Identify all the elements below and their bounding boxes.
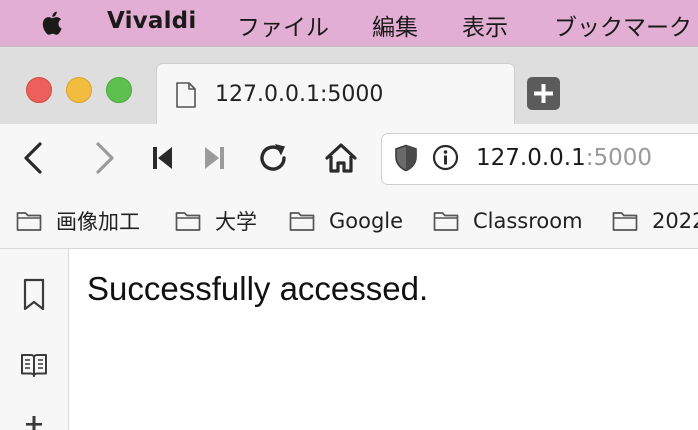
bookmark-label: 大学 xyxy=(215,210,257,234)
bookmark-label: 画像加工 xyxy=(56,210,140,234)
menu-edit[interactable]: 編集 xyxy=(372,8,418,42)
url-host: 127.0.0.1 xyxy=(476,145,586,171)
book-icon[interactable] xyxy=(20,351,48,379)
apple-logo-icon[interactable] xyxy=(38,8,68,38)
folder-icon xyxy=(289,212,315,231)
url-text[interactable]: 127.0.0.1:5000 xyxy=(476,145,652,171)
reload-icon[interactable] xyxy=(255,140,291,176)
back-arrow-icon[interactable] xyxy=(16,140,52,176)
bookmark-icon[interactable] xyxy=(20,278,48,312)
bookmark-folder-university[interactable]: 大学 xyxy=(175,206,257,236)
rewind-icon[interactable] xyxy=(145,140,181,176)
new-tab-button[interactable] xyxy=(527,77,560,110)
folder-icon xyxy=(433,212,459,231)
zoom-window-button[interactable] xyxy=(106,77,132,103)
bookmark-label: Classroom xyxy=(473,209,583,233)
bookmark-folder-classroom[interactable]: Classroom xyxy=(433,206,583,236)
folder-icon xyxy=(16,212,42,231)
bookmark-label: Google xyxy=(329,209,404,233)
menu-view[interactable]: 表示 xyxy=(462,8,508,42)
close-window-button[interactable] xyxy=(26,77,52,103)
folder-icon xyxy=(612,212,638,231)
page-message: Successfully accessed. xyxy=(87,270,429,307)
folder-icon xyxy=(175,212,201,231)
fast-forward-icon[interactable] xyxy=(196,140,232,176)
tab-title: 127.0.0.1:5000 xyxy=(215,82,384,107)
bookmark-label: 2022 xyxy=(652,209,698,233)
menu-bar: Vivaldi ファイル 編集 表示 ブックマーク xyxy=(0,0,698,46)
document-icon xyxy=(176,82,196,108)
info-icon[interactable] xyxy=(432,144,459,171)
home-icon[interactable] xyxy=(323,140,359,176)
bookmark-folder-2022[interactable]: 2022 xyxy=(612,206,698,236)
url-port: :5000 xyxy=(585,145,653,171)
minimize-window-button[interactable] xyxy=(66,77,92,103)
bookmark-folder-image-editing[interactable]: 画像加工 xyxy=(16,206,140,236)
forward-arrow-icon[interactable] xyxy=(86,140,122,176)
bookmark-folder-google[interactable]: Google xyxy=(289,206,403,236)
side-panel xyxy=(0,249,69,430)
menu-app-name[interactable]: Vivaldi xyxy=(107,8,196,34)
menu-file[interactable]: ファイル xyxy=(237,8,329,42)
menu-bookmarks[interactable]: ブックマーク xyxy=(554,8,692,42)
download-icon[interactable] xyxy=(20,414,48,430)
shield-icon[interactable] xyxy=(394,144,418,172)
plus-icon xyxy=(534,84,553,103)
